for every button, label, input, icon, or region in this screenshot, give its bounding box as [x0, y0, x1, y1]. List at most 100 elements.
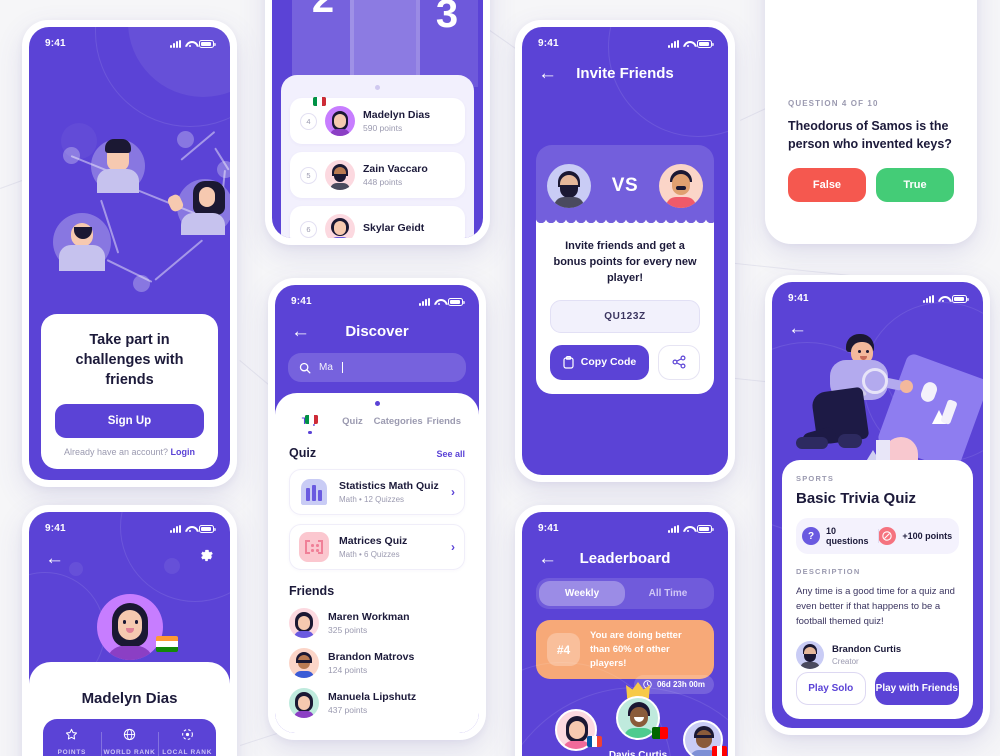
friend-name: Manuela Lipshutz: [328, 691, 417, 703]
stat-label: WORLD RANK: [103, 749, 156, 756]
creator-text: Brandon Curtis Creator: [832, 644, 901, 666]
answer-true-button[interactable]: True: [876, 168, 954, 203]
back-arrow-icon[interactable]: ←: [291, 322, 310, 341]
leaderboard-player-1[interactable]: Davis Curtis 2,569 QP: [600, 680, 676, 756]
wifi-icon: [683, 40, 693, 48]
list-item[interactable]: Maren Workman 325 points: [289, 415, 465, 638]
avatar: [796, 640, 824, 669]
login-link[interactable]: Login: [171, 447, 196, 457]
back-arrow-icon[interactable]: ←: [538, 64, 557, 83]
stat-local-rank: LOCAL RANK #56: [158, 728, 216, 756]
phone-profile: 9:41 ← Madelyn Dias POINTS WORLD RANK LO…: [22, 505, 237, 756]
player-name: Davis Curtis: [608, 750, 668, 756]
podium-screen: 1,053 QP 2 1 3 4: [272, 0, 483, 238]
sign-up-button[interactable]: Sign Up: [55, 404, 204, 438]
tab-categories[interactable]: Categories: [374, 416, 423, 434]
chevron-right-icon[interactable]: ›: [451, 485, 455, 499]
phone-leaderboard: 9:41 ← Leaderboard Weekly All Time #4 Yo…: [515, 505, 735, 756]
friend-points: 437 points: [328, 705, 368, 715]
rank-badge: 4: [300, 112, 317, 130]
copy-code-button[interactable]: Copy Code: [550, 344, 649, 380]
rank-badge: 6: [300, 220, 317, 238]
quiz-title: Statistics Math Quiz: [339, 480, 439, 493]
list-item[interactable]: Matrices Quiz Math • 6 Quizzes ›: [289, 524, 465, 570]
wifi-icon: [185, 525, 195, 533]
stat-world-rank: WORLD RANK #1,438: [100, 728, 159, 756]
quiz-category: SPORTS: [796, 474, 835, 483]
share-button[interactable]: [658, 344, 700, 380]
player-points: 448 points: [363, 177, 403, 187]
battery-icon: [697, 524, 714, 533]
signal-icon: [668, 524, 679, 533]
profile-name: Madelyn Dias: [81, 690, 178, 707]
quiz-description: Any time is a good time for a quiz and e…: [796, 586, 955, 628]
status-bar: 9:41: [275, 285, 479, 309]
back-arrow-icon[interactable]: ←: [538, 549, 557, 568]
gear-icon: [201, 549, 213, 562]
list-item-text: Maren Workman 325 points: [328, 611, 410, 635]
see-all-link[interactable]: See all: [436, 449, 465, 459]
back-arrow-icon[interactable]: ←: [45, 549, 64, 568]
invite-actions: Copy Code: [550, 344, 700, 380]
tab-friends[interactable]: Friends: [423, 416, 465, 434]
quiz-meta: ? 10 questions +100 points: [796, 518, 959, 554]
question-screen: QUESTION 4 OF 10 Theodorus of Samos is t…: [772, 0, 970, 237]
sheet-handle[interactable]: [374, 401, 380, 406]
discover-sheet: Top Quiz Categories Friends Quiz See all: [275, 393, 479, 733]
description-label: DESCRIPTION: [796, 567, 861, 576]
invite-screen: 9:41 ← Invite Friends VS Invite friends …: [522, 27, 728, 475]
settings-button[interactable]: [199, 548, 214, 568]
section-title: Friends: [289, 584, 335, 598]
quiz-section-header: Quiz See all: [289, 446, 465, 460]
table-row[interactable]: 6 Skylar Geidt: [290, 206, 465, 238]
list-item[interactable]: Manuela Lipshutz 437 points: [289, 415, 465, 718]
phone-discover: 9:41 ← Discover Ma Top Quiz: [268, 278, 486, 740]
nav-bar: ← Discover: [275, 309, 479, 343]
play-with-friends-button[interactable]: Play with Friends: [874, 672, 959, 705]
meta-questions: ? 10 questions: [802, 526, 878, 546]
signal-icon: [170, 524, 181, 533]
search-input[interactable]: Ma: [288, 353, 466, 382]
list-item[interactable]: Brandon Matrovs 124 points: [289, 415, 465, 678]
tab-quiz[interactable]: Quiz: [331, 416, 373, 434]
battery-icon: [448, 297, 465, 306]
points-icon: [878, 527, 897, 545]
friend-points: 325 points: [328, 625, 368, 635]
status-time: 9:41: [538, 38, 559, 49]
segment-all-time[interactable]: All Time: [625, 581, 711, 606]
list-item[interactable]: Statistics Math Quiz Math • 12 Quizzes ›: [289, 469, 465, 515]
flag-icon: [712, 746, 727, 756]
rank-banner: #4 You are doing better than 60% of othe…: [536, 620, 714, 680]
chevron-right-icon[interactable]: ›: [451, 540, 455, 554]
clipboard-icon: [563, 355, 574, 369]
copy-code-label: Copy Code: [580, 356, 637, 369]
login-prompt: Already have an account? Login: [55, 447, 204, 457]
question-sheet: QUESTION 4 OF 10 Theodorus of Samos is t…: [772, 85, 970, 237]
friend-points: 124 points: [328, 665, 368, 675]
login-prompt-text: Already have an account?: [63, 447, 171, 457]
status-icons: [170, 524, 216, 533]
status-time: 9:41: [538, 523, 559, 534]
globe-icon: [123, 728, 136, 741]
versus-label: VS: [611, 175, 639, 196]
discover-screen: 9:41 ← Discover Ma Top Quiz: [275, 285, 479, 733]
bar-chart-icon: [299, 477, 329, 507]
segment-weekly[interactable]: Weekly: [539, 581, 625, 606]
nav-bar: ← Leaderboard: [522, 536, 728, 570]
play-solo-button[interactable]: Play Solo: [796, 672, 866, 705]
table-row[interactable]: 5 Zain Vaccaro 448 points: [290, 97, 465, 198]
phone-question: QUESTION 4 OF 10 Theodorus of Samos is t…: [765, 0, 977, 244]
answer-false-button[interactable]: False: [788, 168, 866, 203]
leaderboard-player-3[interactable]: [670, 720, 728, 756]
stat-label: POINTS: [57, 749, 87, 756]
rank-badge: 5: [300, 166, 317, 184]
avatar: [325, 214, 355, 238]
quiz-detail-screen: 9:41 ← SPORTS Basic Trivia Quiz ? 10 que…: [772, 282, 983, 728]
search-value: Ma: [319, 362, 333, 373]
podium-place-1: 1: [350, 0, 420, 87]
friends-section-header: Friends: [289, 584, 465, 598]
sheet-handle[interactable]: [375, 85, 380, 90]
podium-list-sheet: 4 Madelyn Dias 590 points 5 Zain Vaccaro…: [281, 75, 474, 238]
quiz-detail-sheet: SPORTS Basic Trivia Quiz ? 10 questions …: [782, 460, 973, 719]
invite-code[interactable]: QU123Z: [550, 299, 700, 333]
